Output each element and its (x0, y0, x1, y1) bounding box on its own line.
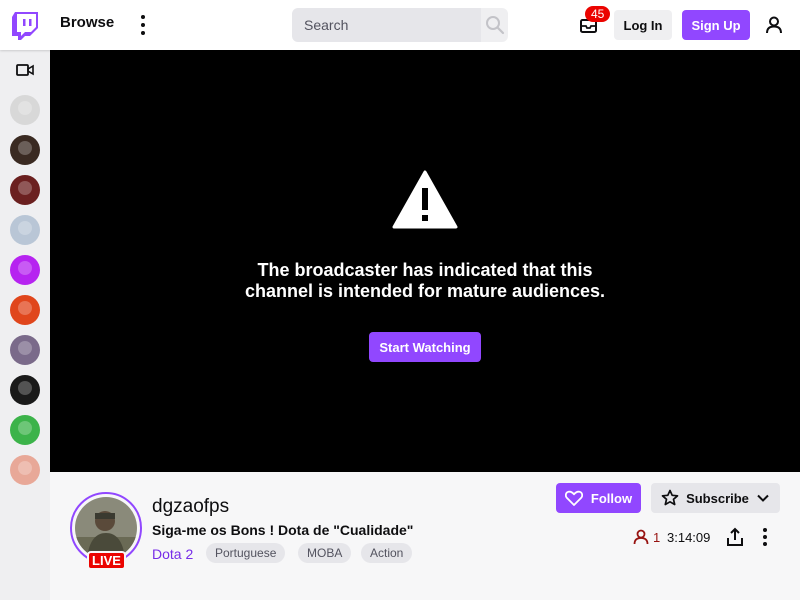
sidebar-avatar-5[interactable] (10, 255, 40, 285)
start-watching-button[interactable]: Start Watching (369, 332, 481, 362)
mature-warning-line-1: The broadcaster has indicated that this (257, 260, 593, 280)
chevron-down-icon (757, 494, 769, 502)
viewer-count: 1 (633, 528, 660, 546)
subscribe-button[interactable]: Subscribe (651, 483, 780, 513)
sidebar-avatar-8[interactable] (10, 375, 40, 405)
browse-link[interactable]: Browse (60, 14, 114, 31)
inbox-count-badge: 45 (585, 6, 611, 22)
channel-info: LIVE dgzaofps Siga-me os Bons ! Dota de … (50, 472, 800, 600)
more-options-icon[interactable] (762, 528, 768, 546)
tag-portuguese[interactable]: Portuguese (206, 543, 286, 563)
sidebar-avatar-3[interactable] (10, 175, 40, 205)
share-icon[interactable] (726, 527, 744, 547)
signup-button[interactable]: Sign Up (682, 10, 750, 40)
user-menu-icon[interactable] (764, 15, 784, 35)
video-camera-icon[interactable] (16, 63, 34, 77)
search-bar (292, 8, 508, 42)
live-badge: LIVE (87, 551, 126, 570)
sidebar-avatar-1[interactable] (10, 95, 40, 125)
stream-uptime: 3:14:09 (667, 530, 711, 545)
game-link[interactable]: Dota 2 (152, 546, 193, 562)
video-player[interactable]: The broadcaster has indicated that this … (50, 50, 800, 472)
subscribe-label: Subscribe (686, 490, 749, 506)
sidebar (0, 50, 50, 600)
sidebar-avatar-6[interactable] (10, 295, 40, 325)
search-button[interactable] (481, 8, 508, 42)
mature-warning-line-2: channel is intended for mature audiences… (244, 281, 606, 301)
stream-title: Siga-me os Bons ! Dota de "Cualidade" (152, 522, 414, 538)
sidebar-avatar-2[interactable] (10, 135, 40, 165)
top-navigation: Browse 45 Log In Sign Up (0, 0, 800, 50)
channel-name[interactable]: dgzaofps (152, 496, 229, 518)
sidebar-avatar-10[interactable] (10, 455, 40, 485)
viewer-count-value: 1 (653, 529, 661, 545)
follow-button[interactable]: Follow (556, 483, 641, 513)
mature-warning-text: The broadcaster has indicated that this … (50, 260, 800, 302)
sidebar-avatar-7[interactable] (10, 335, 40, 365)
twitch-logo-icon[interactable] (12, 12, 38, 40)
follow-label: Follow (590, 490, 633, 506)
sidebar-avatar-4[interactable] (10, 215, 40, 245)
tag-action[interactable]: Action (361, 543, 413, 563)
tag-moba[interactable]: MOBA (298, 543, 352, 563)
login-button[interactable]: Log In (614, 10, 672, 40)
warning-icon (392, 170, 458, 230)
search-input[interactable] (292, 8, 481, 42)
star-icon (661, 489, 679, 506)
more-menu-icon[interactable] (136, 15, 150, 35)
viewer-icon (633, 529, 649, 545)
heart-icon (564, 490, 583, 506)
search-icon (485, 16, 504, 35)
sidebar-avatar-9[interactable] (10, 415, 40, 445)
